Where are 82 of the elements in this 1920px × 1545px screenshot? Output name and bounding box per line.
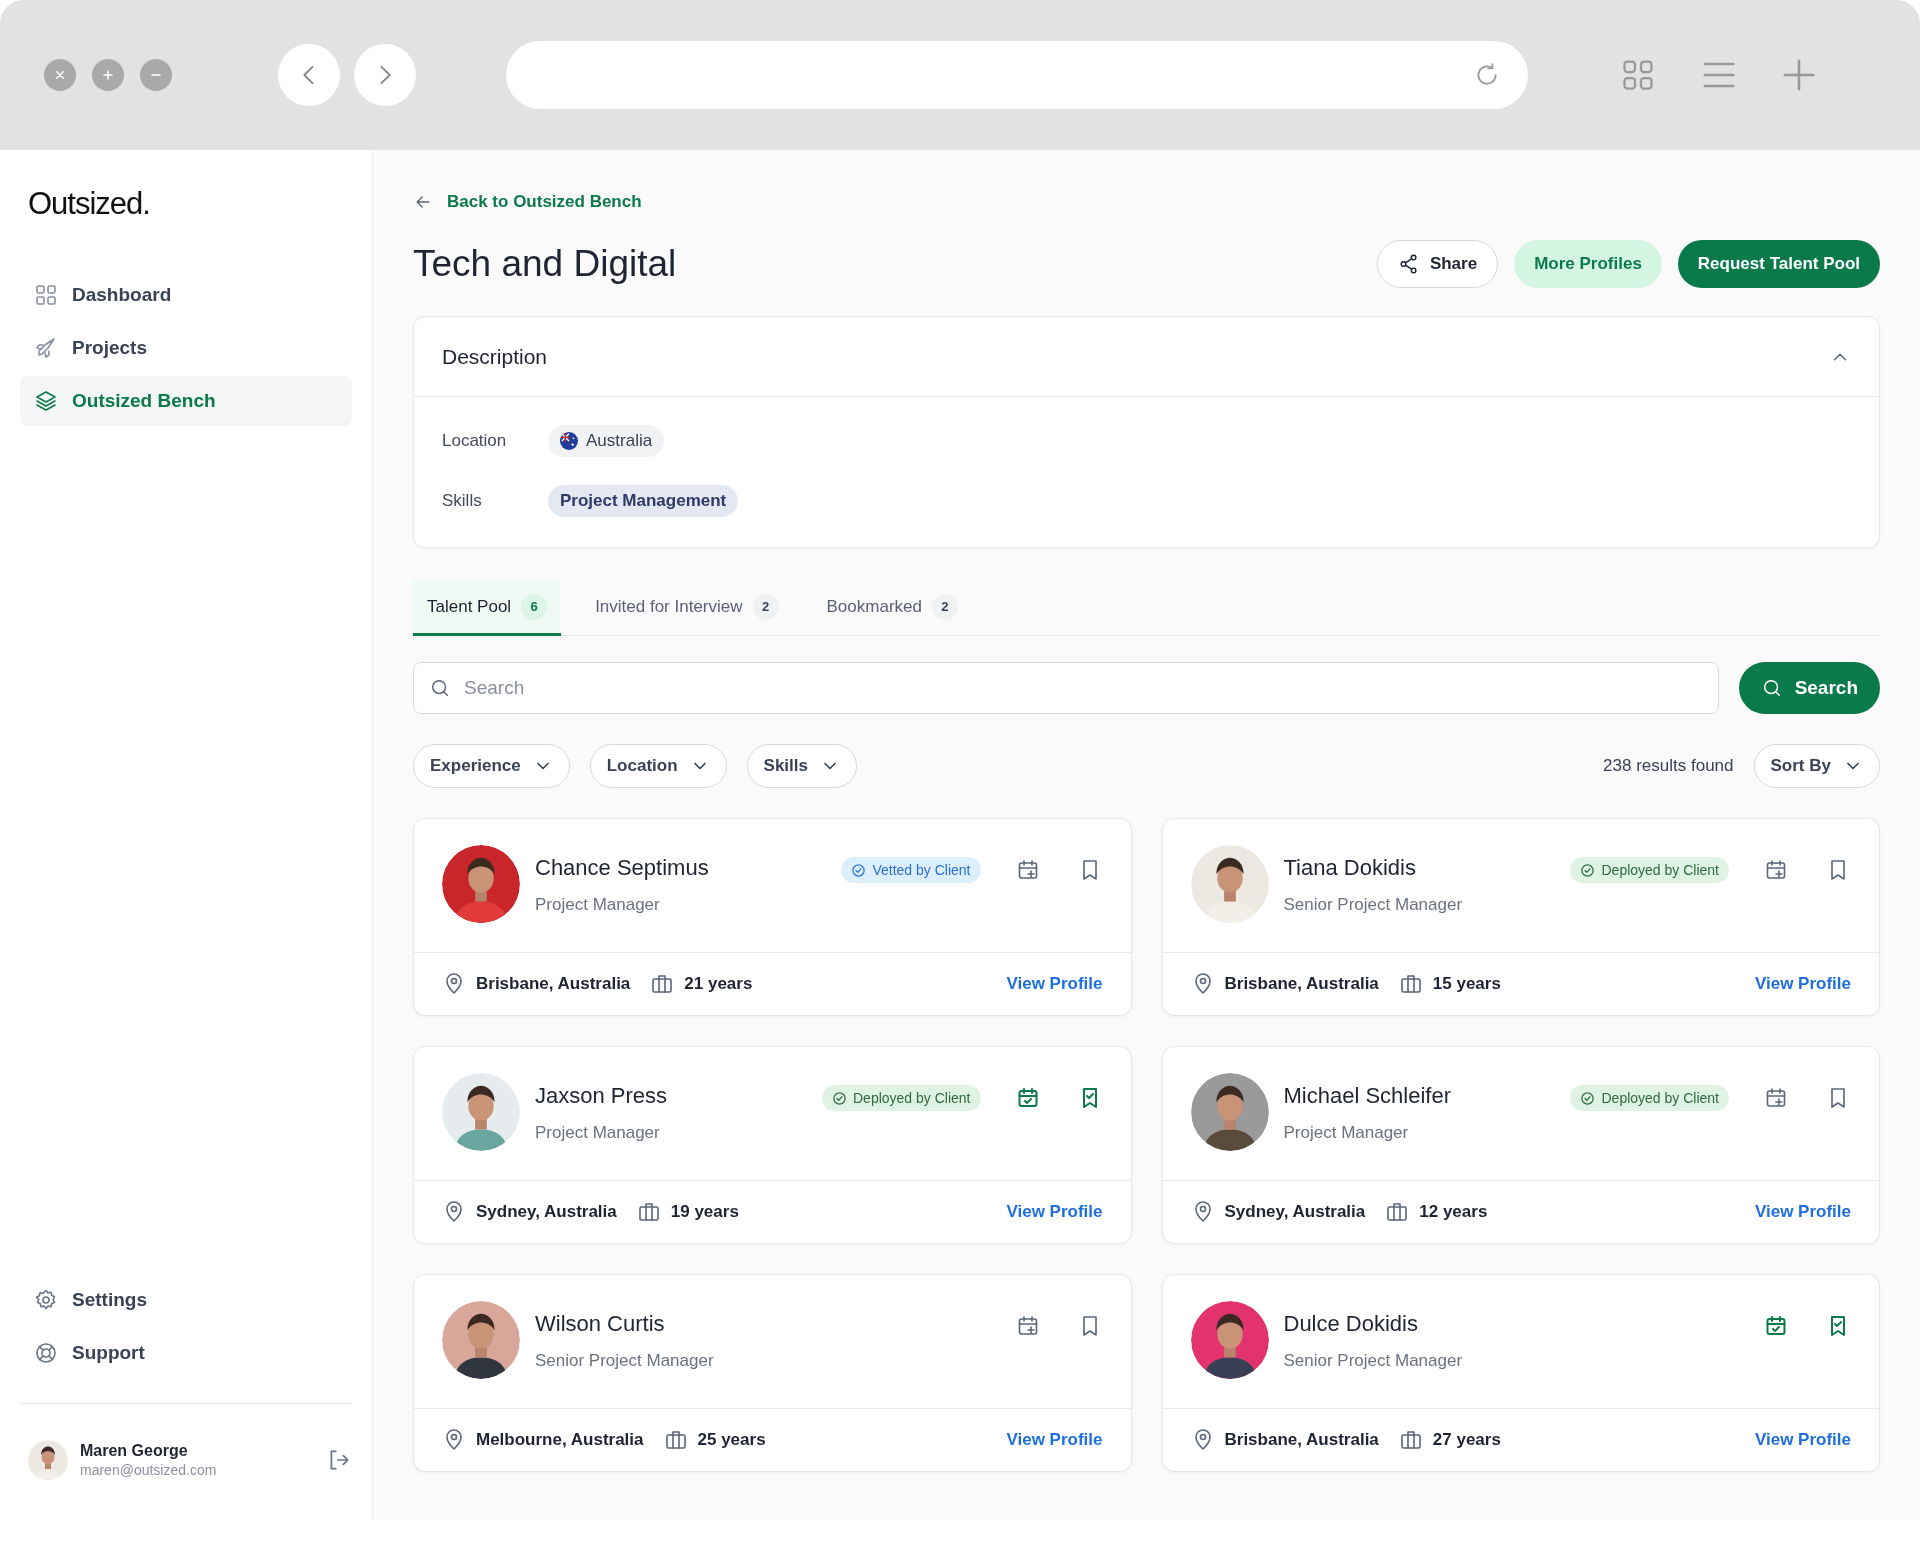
briefcase-icon — [1398, 972, 1423, 996]
candidate-name: Dulce Dokidis — [1283, 1311, 1419, 1337]
candidate-role: Project Manager — [535, 895, 661, 915]
back-link[interactable]: Back to Outsized Bench — [413, 192, 642, 212]
candidate-role: Project Manager — [1283, 1123, 1410, 1143]
briefcase-icon — [650, 972, 675, 996]
view-profile-link[interactable]: View Profile — [1006, 974, 1103, 994]
settings-icon — [34, 1288, 58, 1312]
status-badge: Deployed by Client — [1570, 857, 1729, 883]
action-button[interactable]: Share — [1376, 240, 1499, 288]
count-badge: 2 — [931, 593, 958, 620]
sort-dropdown[interactable]: Sort By — [1753, 744, 1880, 788]
candidate-experience: 25 years — [697, 1430, 766, 1450]
check-circle-icon — [1580, 1090, 1596, 1106]
candidate-name: Jaxson Press — [535, 1083, 669, 1109]
user-name: Maren George — [80, 1442, 189, 1460]
candidate-role: Senior Project Manager — [535, 1351, 715, 1371]
candidate-name: Wilson Curtis — [535, 1311, 666, 1337]
check-circle-icon — [851, 862, 867, 878]
view-profile-link[interactable]: View Profile — [1754, 1202, 1851, 1222]
filter-dropdown[interactable]: Location — [589, 744, 727, 788]
sidebar-item[interactable]: Projects — [20, 323, 352, 373]
candidate-name: Tiana Dokidis — [1283, 855, 1417, 881]
status-badge: Deployed by Client — [1570, 1085, 1729, 1111]
briefcase-icon — [663, 1428, 688, 1452]
search-button[interactable]: Search — [1738, 662, 1880, 714]
search-icon — [429, 677, 451, 699]
briefcase-icon — [1398, 1428, 1423, 1452]
tab[interactable]: Bookmarked 2 — [812, 580, 972, 636]
lifebuoy-icon — [34, 1341, 58, 1365]
candidate-location: Sydney, Australia — [1224, 1202, 1366, 1222]
status-badge: Deployed by Client — [822, 1085, 981, 1111]
action-button[interactable]: More Profiles — [1514, 240, 1662, 288]
grid-icon — [34, 283, 58, 307]
view-profile-link[interactable]: View Profile — [1754, 974, 1851, 994]
field-label: Location — [442, 431, 508, 451]
tab[interactable]: Invited for Interview 2 — [581, 580, 793, 636]
candidate-experience: 12 years — [1419, 1202, 1488, 1222]
sidebar-item[interactable]: Dashboard — [20, 270, 352, 320]
briefcase-icon — [1385, 1200, 1410, 1224]
candidate-experience: 15 years — [1432, 974, 1501, 994]
candidate-role: Senior Project Manager — [1283, 1351, 1464, 1371]
candidate-name: Chance Septimus — [535, 855, 710, 881]
candidate-location: Melbourne, Australia — [476, 1430, 644, 1450]
page-title: Tech and Digital — [413, 243, 677, 285]
check-circle-icon — [832, 1090, 847, 1106]
candidate-experience: 21 years — [684, 974, 753, 994]
results-count: 238 results found — [1603, 756, 1734, 776]
count-badge: 6 — [521, 593, 548, 620]
section-title: Description — [442, 344, 548, 369]
user-email: maren@outsized.com — [80, 1462, 218, 1478]
sidebar-item[interactable]: Outsized Bench — [20, 376, 352, 426]
sidebar-item[interactable]: Settings — [20, 1275, 352, 1325]
candidate-location: Brisbane, Australia — [1224, 1430, 1379, 1450]
filter-dropdown[interactable]: Experience — [413, 744, 570, 788]
location-chip: Australia — [548, 425, 665, 457]
candidate-location: Sydney, Australia — [476, 1202, 617, 1222]
candidate-role: Senior Project Manager — [1283, 895, 1464, 915]
logo: Outsized. — [27, 186, 151, 222]
field-label: Skills — [442, 491, 483, 511]
status-badge: Vetted by Client — [841, 857, 981, 883]
view-profile-link[interactable]: View Profile — [1006, 1202, 1103, 1222]
tab[interactable]: Talent Pool 6 — [413, 580, 562, 636]
action-button[interactable]: Request Talent Pool — [1677, 240, 1880, 288]
check-circle-icon — [1580, 862, 1596, 878]
candidate-role: Project Manager — [535, 1123, 661, 1143]
search-field[interactable]: Search — [413, 662, 1719, 714]
candidate-location: Brisbane, Australia — [1224, 974, 1379, 994]
flag-icon — [560, 432, 578, 450]
briefcase-icon — [636, 1200, 661, 1224]
skill-chip: Project Management — [548, 485, 739, 517]
filter-dropdown[interactable]: Skills — [746, 744, 857, 788]
view-profile-link[interactable]: View Profile — [1754, 1430, 1851, 1450]
sidebar-item[interactable]: Support — [20, 1328, 352, 1378]
candidate-experience: 19 years — [670, 1202, 739, 1222]
candidate-location: Brisbane, Australia — [476, 974, 631, 994]
count-badge: 2 — [752, 593, 779, 620]
view-profile-link[interactable]: View Profile — [1006, 1430, 1103, 1450]
layers-icon — [34, 389, 58, 413]
candidate-experience: 27 years — [1432, 1430, 1501, 1450]
candidate-name: Michael Schleifer — [1283, 1083, 1452, 1109]
rocket-icon — [34, 336, 58, 360]
